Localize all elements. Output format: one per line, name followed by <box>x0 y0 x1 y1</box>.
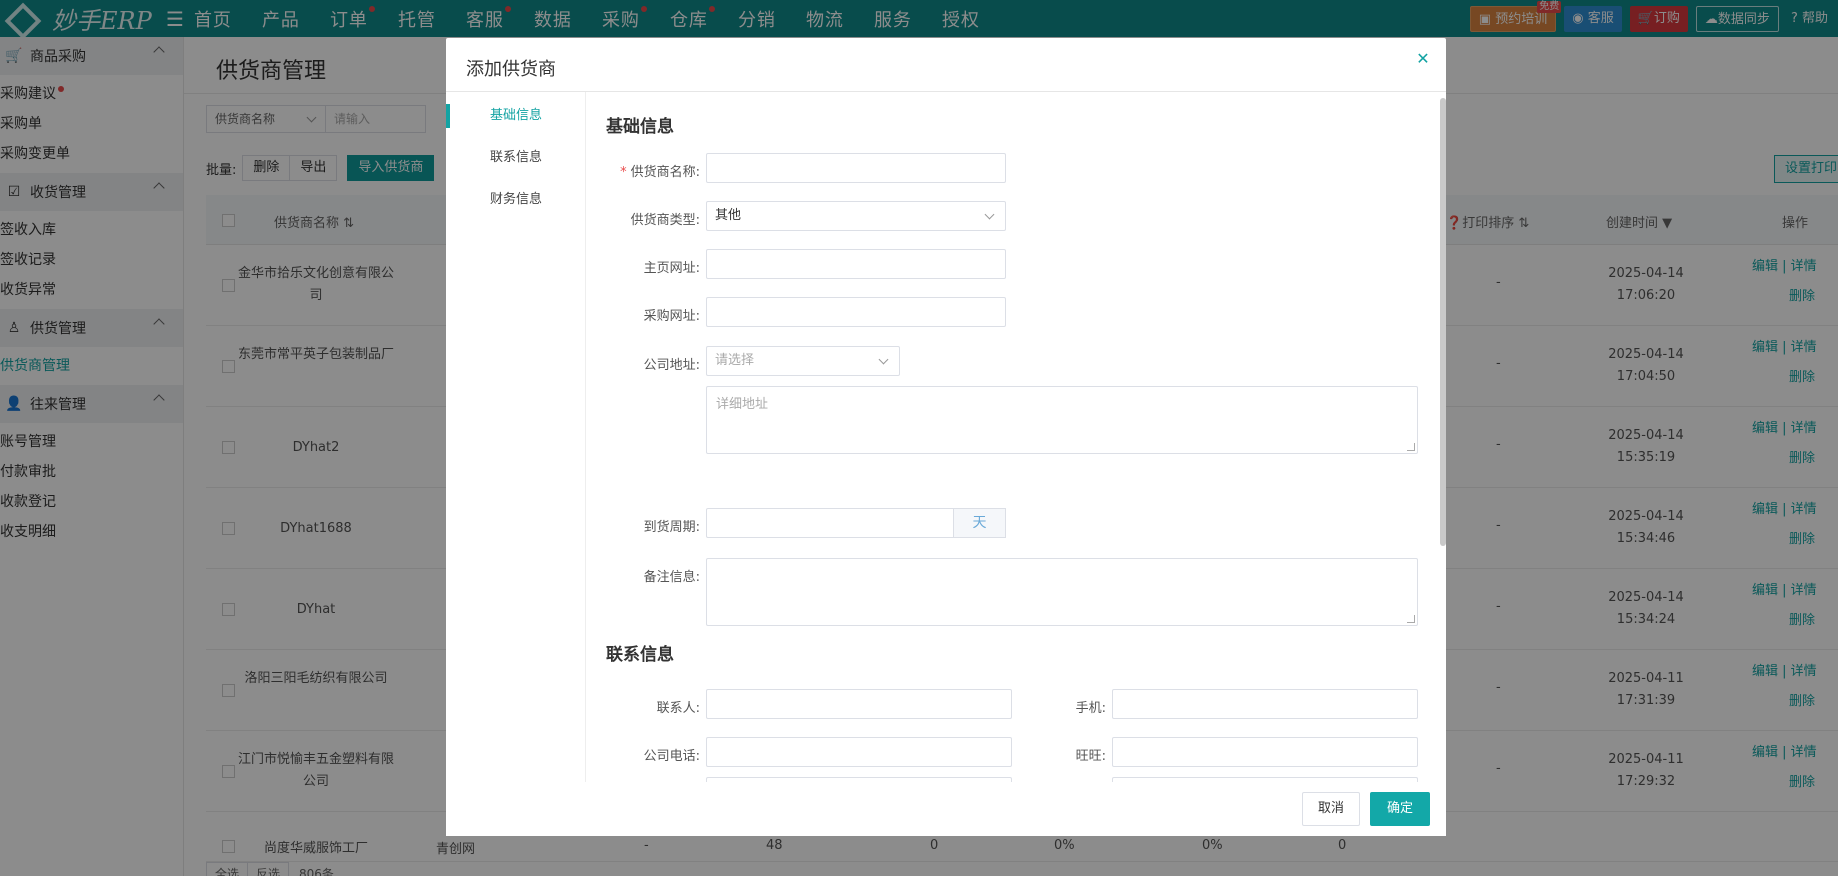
confirm-button[interactable]: 确定 <box>1370 792 1430 826</box>
contact-person-label: 联系人: <box>656 701 700 716</box>
detail-address-textarea[interactable]: 详细地址 <box>706 386 1418 454</box>
cancel-button[interactable]: 取消 <box>1302 792 1360 826</box>
dialog-form: 基础信息 * 供货商名称: 供货商类型: 其他 主页网址: 采购网址: 公司地址:… <box>586 92 1432 782</box>
mobile-input[interactable] <box>1112 689 1418 719</box>
supplier-name-label: * 供货商名称: <box>620 165 700 180</box>
add-supplier-dialog: 添加供货商 ✕ 基础信息 联系信息 财务信息 基础信息 * 供货商名称: 供货商类… <box>446 38 1446 836</box>
tab-basic-info[interactable]: 基础信息 <box>446 104 586 128</box>
company-address-label: 公司地址: <box>643 358 700 373</box>
close-icon[interactable]: ✕ <box>1414 50 1432 68</box>
dialog-title: 添加供货商 <box>466 59 556 80</box>
dialog-section-tabs: 基础信息 联系信息 财务信息 <box>446 92 586 782</box>
supplier-type-label: 供货商类型: <box>630 213 700 228</box>
remark-textarea[interactable] <box>706 558 1418 626</box>
delivery-cycle-input[interactable] <box>706 508 954 538</box>
contact-person-input[interactable] <box>706 689 1012 719</box>
delivery-cycle-label: 到货周期: <box>643 520 700 535</box>
section-title-basic: 基础信息 <box>606 117 674 137</box>
wangwang-label: 旺旺: <box>1075 749 1106 764</box>
homepage-url-input[interactable] <box>706 249 1006 279</box>
dialog-scrollbar-thumb[interactable] <box>1440 98 1446 546</box>
supplier-type-select[interactable]: 其他 <box>706 201 1006 231</box>
section-title-contact: 联系信息 <box>606 645 674 665</box>
tab-contact-info[interactable]: 联系信息 <box>446 146 586 170</box>
purchase-url-label: 采购网址: <box>643 309 700 324</box>
wangwang-input[interactable] <box>1112 737 1418 767</box>
supplier-name-input[interactable] <box>706 153 1006 183</box>
dialog-footer: 取消 确定 <box>446 782 1446 836</box>
purchase-url-input[interactable] <box>706 297 1006 327</box>
mobile-label: 手机: <box>1075 701 1106 716</box>
homepage-url-label: 主页网址: <box>643 261 700 276</box>
delivery-unit-suffix: 天 <box>953 508 1006 538</box>
tab-finance-info[interactable]: 财务信息 <box>446 188 586 212</box>
company-phone-label: 公司电话: <box>643 749 700 764</box>
company-phone-input[interactable] <box>706 737 1012 767</box>
remark-label: 备注信息: <box>643 570 700 585</box>
address-region-select[interactable]: 请选择 <box>706 346 900 376</box>
